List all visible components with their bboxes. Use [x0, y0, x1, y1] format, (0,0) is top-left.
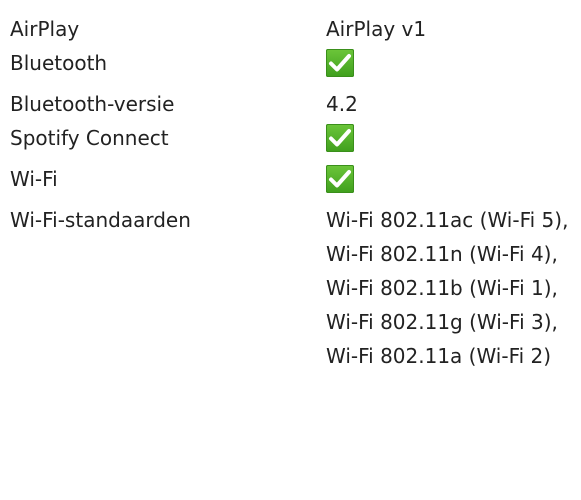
spec-row-spotify-connect: Spotify Connect — [10, 121, 581, 162]
spec-value — [326, 46, 576, 87]
spec-label: Wi-Fi-standaarden — [10, 208, 191, 232]
check-icon — [326, 124, 354, 152]
spec-table: AirPlay AirPlay v1 Bluetooth Bluetooth-v… — [10, 12, 581, 373]
spec-row-wifi-standards: Wi-Fi-standaarden Wi-Fi 802.11ac (Wi-Fi … — [10, 203, 581, 373]
spec-value: 4.2 — [326, 92, 358, 116]
spec-row-airplay: AirPlay AirPlay v1 — [10, 12, 581, 46]
spec-row-bluetooth: Bluetooth — [10, 46, 581, 87]
spec-label: AirPlay — [10, 17, 80, 41]
spec-value: Wi-Fi 802.11ac (Wi-Fi 5), Wi-Fi 802.11n … — [326, 208, 569, 368]
spec-value — [326, 162, 576, 203]
spec-label: Bluetooth — [10, 51, 108, 75]
spec-value — [326, 121, 576, 162]
spec-label: Wi-Fi — [10, 167, 58, 191]
spec-row-bluetooth-version: Bluetooth-versie 4.2 — [10, 87, 581, 121]
spec-row-wifi: Wi-Fi — [10, 162, 581, 203]
spec-label: Spotify Connect — [10, 126, 169, 150]
spec-value: AirPlay v1 — [326, 17, 427, 41]
spec-label: Bluetooth-versie — [10, 92, 175, 116]
check-icon — [326, 165, 354, 193]
check-icon — [326, 49, 354, 77]
